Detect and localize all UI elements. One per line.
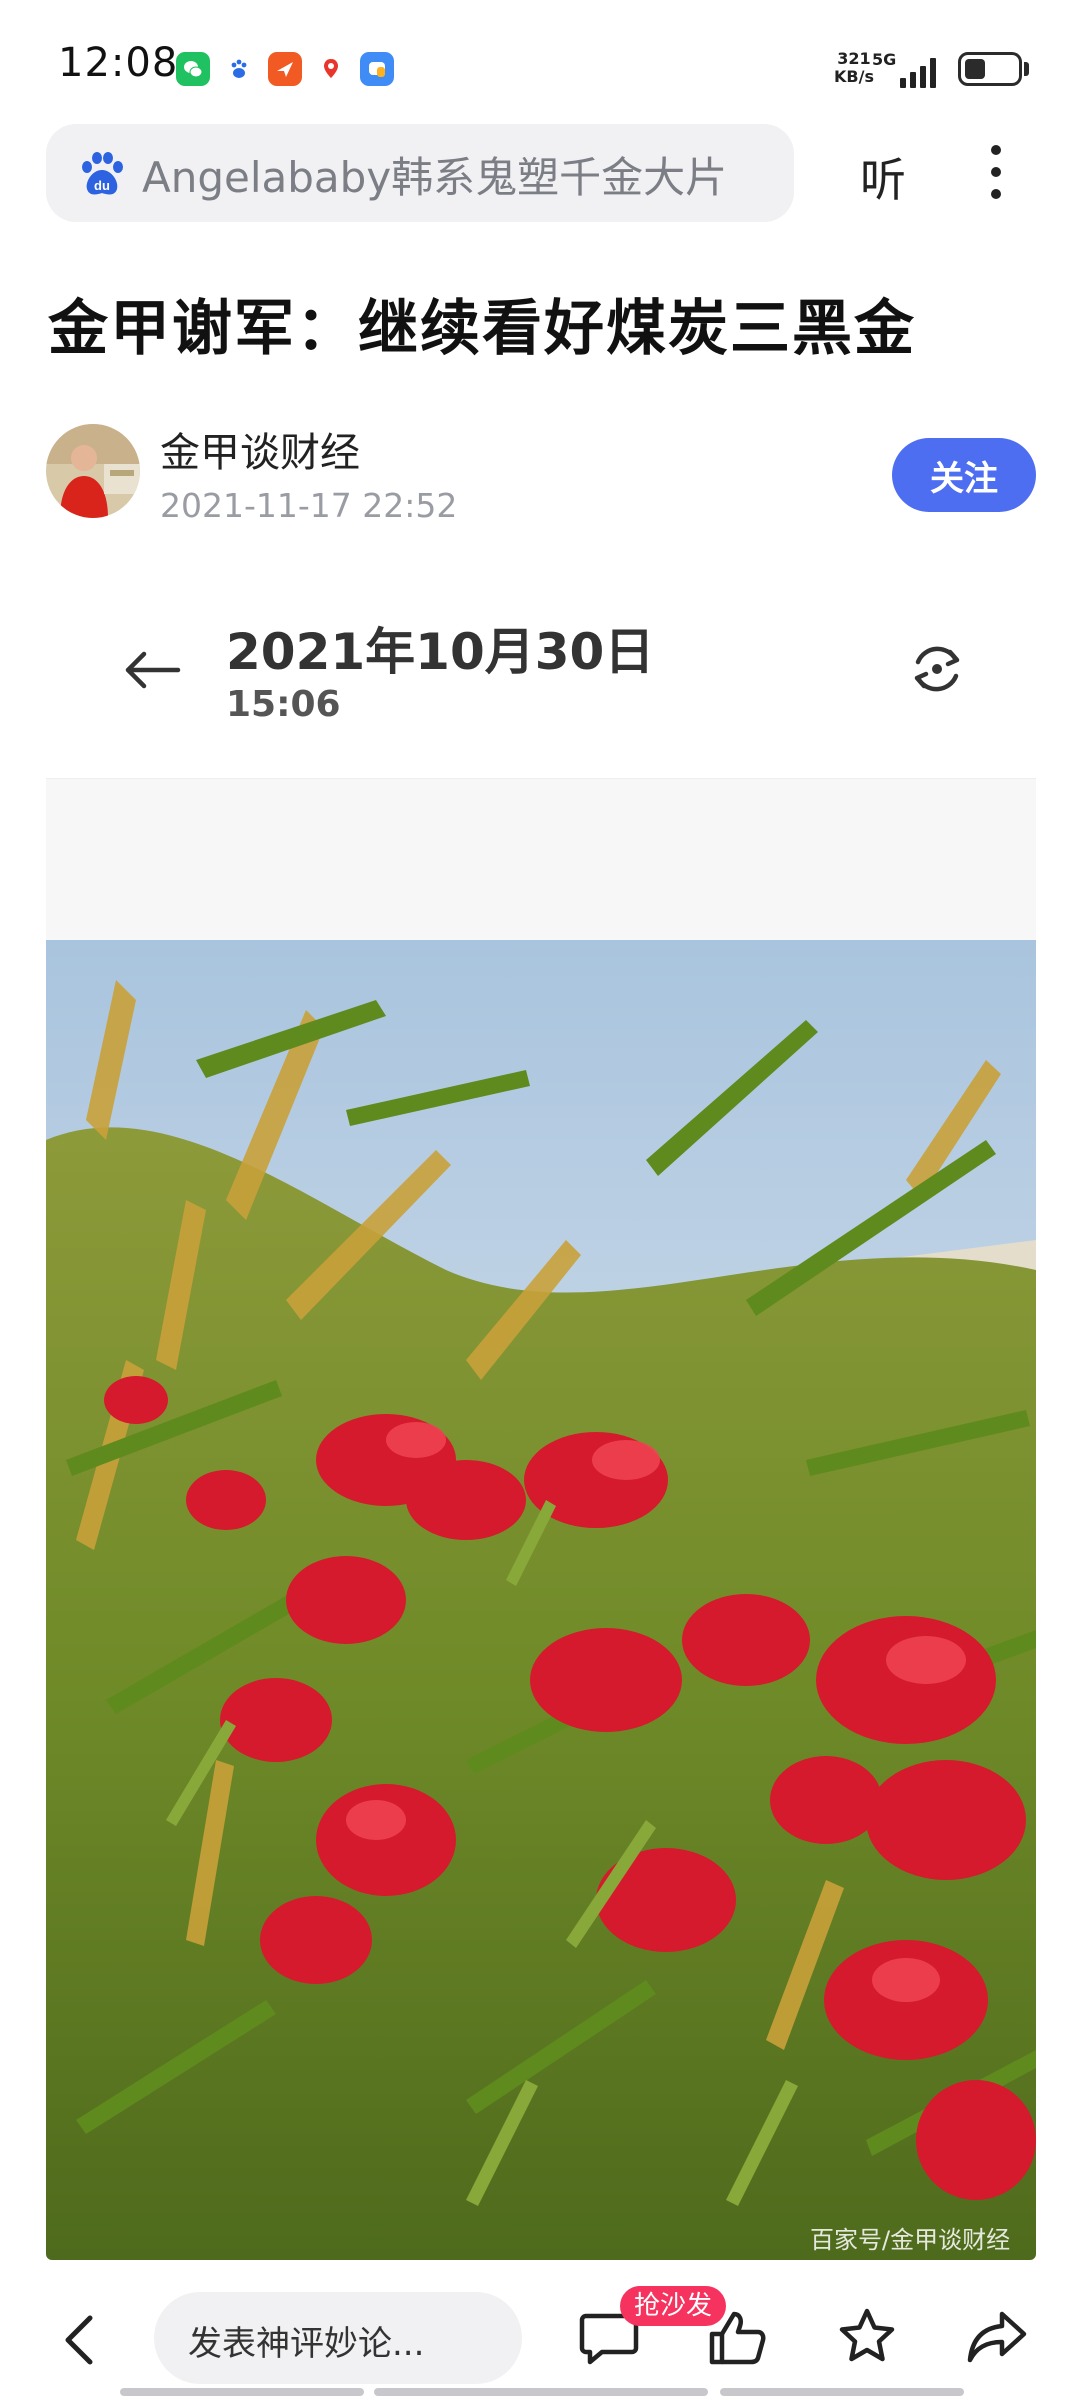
listen-button[interactable]: 听 [860,144,906,210]
publish-time: 2021-11-17 22:52 [160,486,458,525]
battery-cap [1024,62,1029,76]
baidu-icon [222,52,256,86]
author-avatar[interactable] [46,424,140,518]
network-speed: 321 KB/s [834,50,874,86]
status-time: 12:08 [58,40,179,86]
feishu-icon [268,52,302,86]
map-icon [314,52,348,86]
messenger-icon [360,52,394,86]
photo-watermark: 百家号/金甲谈财经 [810,2226,1011,2254]
signal-icon [900,58,936,88]
author-name[interactable]: 金甲谈财经 [160,420,360,478]
back-arrow-icon[interactable] [122,645,182,695]
post-time: 15:06 [226,684,341,725]
post-date: 2021年10月30日 [226,623,655,681]
network-speed-unit: KB/s [834,67,874,86]
search-query[interactable]: Angelababy韩系鬼塑千金大片 [142,144,727,205]
gesture-bar-center [374,2388,708,2396]
article-title: 金甲谢军：继续看好煤炭三黑金 [48,294,916,364]
svg-text:du: du [94,178,110,193]
baidu-paw-icon: du [82,152,123,195]
comment-placeholder[interactable]: 发表神评妙论... [188,2316,424,2365]
image-padding-band [46,778,1036,941]
battery-icon [958,52,1022,86]
gesture-bar-right [720,2388,964,2396]
share-icon[interactable] [966,2308,1028,2366]
network-speed-value: 321 [837,49,871,68]
follow-button[interactable]: 关注 [892,438,1036,512]
gesture-bar-left [120,2388,364,2396]
back-icon[interactable] [56,2310,100,2370]
star-icon[interactable] [836,2306,898,2368]
wechat-icon [176,52,210,86]
like-icon[interactable] [706,2308,768,2368]
article-photo[interactable] [46,940,1036,2260]
rotate-icon[interactable] [906,638,968,700]
more-options-icon[interactable] [986,142,1006,202]
network-type: 5G [872,50,897,69]
